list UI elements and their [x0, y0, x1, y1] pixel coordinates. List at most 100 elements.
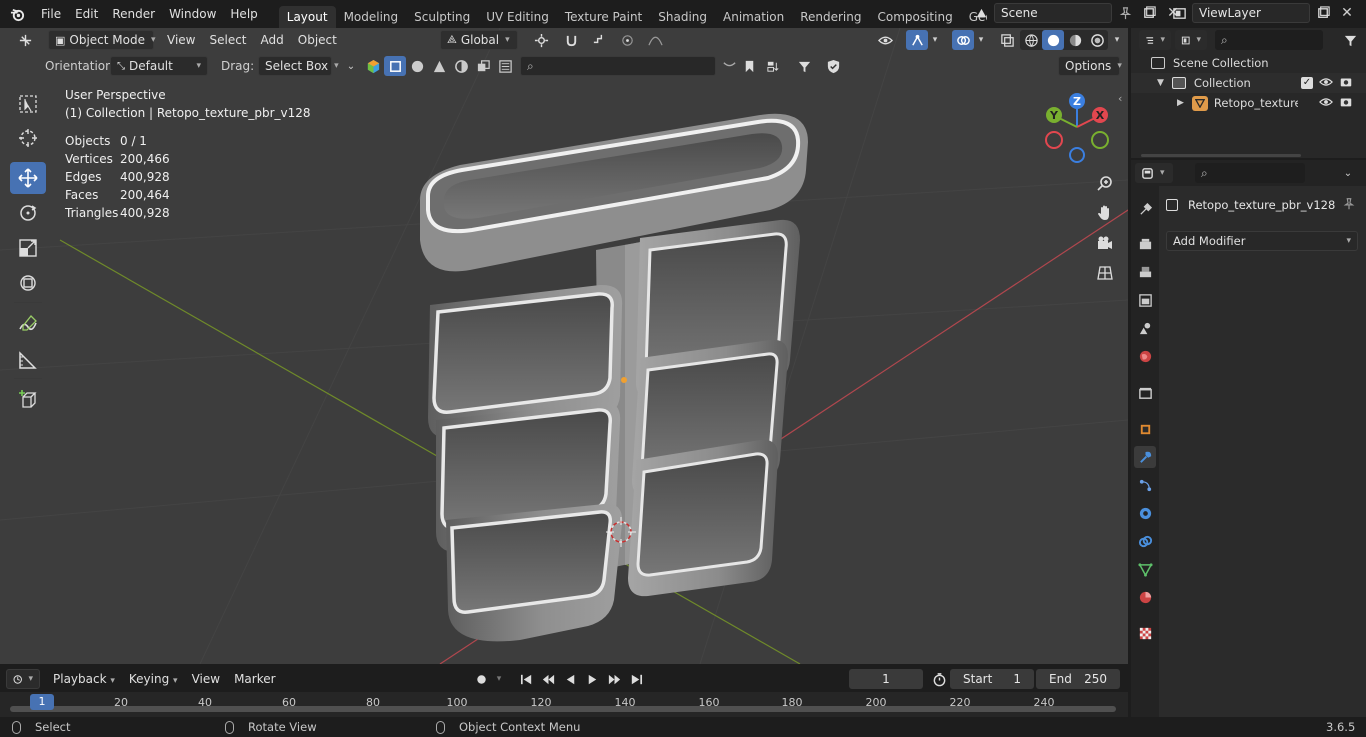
render-tab-icon[interactable]	[1134, 233, 1156, 255]
outliner-row-object[interactable]: ▶ Retopo_texture_	[1131, 93, 1366, 113]
tab-modeling[interactable]: Modeling	[336, 6, 407, 28]
start-frame-field[interactable]: Start 1	[950, 669, 1034, 689]
pan-hand-icon[interactable]	[1093, 201, 1117, 225]
collection-visibility-icon[interactable]	[1319, 75, 1333, 92]
overlays-toggle-icon[interactable]	[952, 30, 974, 50]
tab-uv-editing[interactable]: UV Editing	[478, 6, 557, 28]
tab-animation[interactable]: Animation	[715, 6, 792, 28]
editor-type-icon[interactable]	[10, 30, 40, 50]
options-dropdown[interactable]: Options ▾	[1058, 56, 1122, 76]
constraints-tab-icon[interactable]	[1134, 530, 1156, 552]
physics-tab-icon[interactable]	[1134, 502, 1156, 524]
prev-keyframe-icon[interactable]	[537, 669, 559, 689]
xray-toggle-icon[interactable]	[996, 30, 1018, 50]
menu-file[interactable]: File	[34, 7, 68, 21]
tool-add-cube[interactable]	[10, 384, 46, 416]
menu-window[interactable]: Window	[162, 7, 223, 21]
object-expand-icon[interactable]: ▶	[1177, 98, 1184, 108]
filter-collapse-icon[interactable]: ⌄	[344, 56, 358, 76]
scene-icon[interactable]	[970, 3, 992, 23]
overlays-dropdown-icon[interactable]: ▾	[974, 30, 988, 50]
bookmark-icon[interactable]	[738, 56, 760, 76]
tab-texture-paint[interactable]: Texture Paint	[557, 6, 650, 28]
tool-select-box[interactable]	[10, 88, 46, 120]
viewport-search-field[interactable]: ⌕	[520, 56, 716, 76]
viewport-menu-select[interactable]: Select	[202, 33, 253, 47]
tool-move[interactable]	[10, 162, 46, 194]
tab-sculpting[interactable]: Sculpting	[406, 6, 478, 28]
outliner-search-field[interactable]: ⌕	[1215, 30, 1323, 50]
orientation-dropdown[interactable]: ⤡ Default ▾	[110, 56, 208, 76]
tool-scale[interactable]	[10, 232, 46, 264]
select-mode-intersect-icon[interactable]	[472, 56, 494, 76]
tab-compositing[interactable]: Compositing	[869, 6, 960, 28]
tab-rendering[interactable]: Rendering	[792, 6, 869, 28]
select-mode-box-icon[interactable]	[384, 56, 406, 76]
menu-edit[interactable]: Edit	[68, 7, 105, 21]
sidebar-toggle-icon[interactable]: ‹	[1118, 92, 1122, 105]
new-view-layer-icon[interactable]	[1312, 3, 1334, 23]
mode-dropdown[interactable]: ▣ Object Mode ▾	[48, 30, 156, 50]
camera-view-icon[interactable]	[1093, 231, 1117, 255]
scene-selector[interactable]: Scene	[994, 3, 1112, 23]
falloff-icon[interactable]	[640, 30, 670, 50]
gizmo-neg-y-handle[interactable]	[1091, 131, 1109, 149]
display-mode-dropdown[interactable]: ▾	[1175, 30, 1207, 50]
tool-annotate[interactable]	[10, 308, 46, 340]
visibility-icon[interactable]	[870, 30, 900, 50]
properties-search-field[interactable]: ⌕	[1195, 163, 1305, 183]
jump-start-icon[interactable]	[515, 669, 537, 689]
gizmo-dropdown-icon[interactable]: ▾	[928, 30, 942, 50]
texture-tab-icon[interactable]	[1134, 622, 1156, 644]
view-layer-selector[interactable]: ViewLayer	[1192, 3, 1310, 23]
add-modifier-dropdown[interactable]: Add Modifier ▾	[1166, 231, 1358, 251]
play-reverse-icon[interactable]	[559, 669, 581, 689]
next-keyframe-icon[interactable]	[603, 669, 625, 689]
timeline-editor-type[interactable]: ▾	[6, 669, 40, 689]
record-icon[interactable]	[470, 669, 492, 689]
view-layer-icon[interactable]	[1168, 3, 1190, 23]
scene-tab-icon[interactable]	[1134, 317, 1156, 339]
viewport-menu-view[interactable]: View	[160, 33, 202, 47]
properties-editor-type[interactable]: ▾	[1135, 163, 1173, 183]
end-frame-field[interactable]: End 250	[1036, 669, 1120, 689]
keying-set-dropdown-icon[interactable]: ▾	[492, 669, 506, 689]
menu-render[interactable]: Render	[105, 7, 162, 21]
tool-rotate[interactable]	[10, 197, 46, 229]
view-layer-tab-icon[interactable]	[1134, 289, 1156, 311]
material-tab-icon[interactable]	[1134, 586, 1156, 608]
select-mode-difference-icon[interactable]	[494, 56, 516, 76]
outliner-filter-icon[interactable]	[1339, 30, 1361, 50]
close-view-layer-icon[interactable]: ✕	[1336, 3, 1358, 23]
tab-shading[interactable]: Shading	[650, 6, 715, 28]
properties-options-dropdown-icon[interactable]: ⌄	[1337, 163, 1359, 183]
play-icon[interactable]	[581, 669, 603, 689]
navigation-gizmo[interactable]: Z X Y	[1040, 90, 1116, 166]
tool-cursor[interactable]	[10, 122, 46, 154]
shading-solid-icon[interactable]	[1042, 30, 1064, 50]
timeline-menu-marker[interactable]: Marker	[227, 672, 282, 686]
viewport-scene[interactable]	[0, 28, 1128, 664]
tool-measure[interactable]	[10, 344, 46, 376]
drag-dropdown[interactable]: Select Box ▾	[258, 56, 339, 76]
collection-checkbox[interactable]: ✓	[1301, 77, 1313, 89]
sort-icon[interactable]	[760, 56, 786, 76]
particles-tab-icon[interactable]	[1134, 474, 1156, 496]
shield-icon[interactable]	[822, 56, 844, 76]
shading-wireframe-icon[interactable]	[1020, 30, 1042, 50]
outliner-row-collection[interactable]: ▼ Collection ✓	[1131, 73, 1366, 93]
select-mode-invert-icon[interactable]	[450, 56, 472, 76]
collection-tab-icon[interactable]	[1134, 382, 1156, 404]
tool-tab-icon[interactable]	[1134, 198, 1156, 220]
snap-icon[interactable]	[560, 30, 582, 50]
zoom-icon[interactable]	[1093, 171, 1117, 195]
outliner-editor-type[interactable]: ▾	[1139, 30, 1171, 50]
gizmo-toggle-icon[interactable]	[906, 30, 928, 50]
filter-icon[interactable]	[790, 56, 818, 76]
jump-end-icon[interactable]	[625, 669, 647, 689]
filter-funnel-icon[interactable]	[718, 56, 740, 76]
shading-rendered-icon[interactable]	[1086, 30, 1108, 50]
object-render-icon[interactable]	[1339, 95, 1353, 112]
select-objects-icon[interactable]	[362, 56, 384, 76]
pivot-point-icon[interactable]	[526, 30, 556, 50]
